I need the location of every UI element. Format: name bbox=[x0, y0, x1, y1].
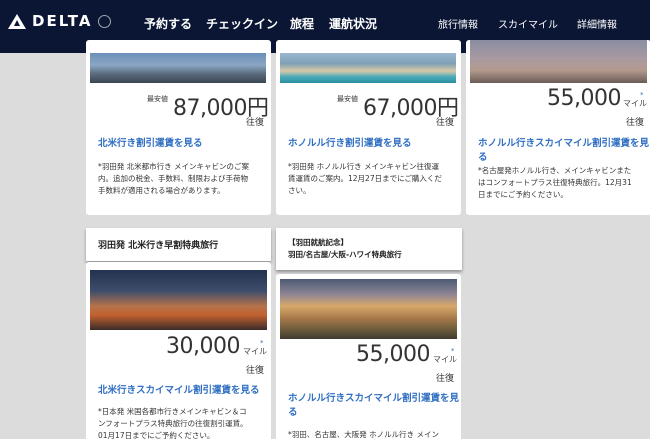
hawaii-skymiles-link[interactable]: ホノルル行きスカイマイル割引運賃を見 る bbox=[288, 392, 459, 420]
delta-widget-icon bbox=[8, 13, 26, 29]
tab-title-line: 羽田/名古屋/大阪-ハワイ特典旅行 bbox=[288, 250, 402, 259]
honolulu-skymiles-link[interactable]: ホノルル行きスカイマイル割引運賃を見 る bbox=[478, 137, 649, 165]
delta-logo[interactable]: DELTA bbox=[8, 12, 112, 30]
nav-check-in[interactable]: チェックイン bbox=[206, 15, 278, 32]
fare-note: *羽田発 ホノルル行き メインキャビン往復運 賃運賃のご案内。12月27日までに… bbox=[288, 161, 442, 197]
logo-text: DELTA bbox=[32, 12, 93, 30]
trip-type-label: 往復 bbox=[436, 374, 455, 384]
fare-note-line: 内。追加の税金、手数料、制限および手荷物 bbox=[98, 174, 248, 183]
trip-type-label: 往復 bbox=[246, 118, 265, 128]
asterisk-icon: * bbox=[260, 339, 264, 347]
north-america-fare-link[interactable]: 北米行き割引運賃を見る bbox=[98, 137, 203, 151]
util-more-info[interactable]: 詳細情報 bbox=[577, 16, 617, 31]
trip-type-label: 往復 bbox=[246, 366, 265, 376]
nav-my-trips[interactable]: 旅程 bbox=[290, 15, 314, 32]
price-prefix-label: 最安値 bbox=[337, 95, 358, 103]
fare-note-line: *日本発 米国各都市行きメインキャビン＆コ bbox=[98, 407, 247, 416]
miles-value: 30,000 bbox=[166, 334, 240, 359]
fare-note-line: 01月17日までにご予約ください。 bbox=[98, 431, 215, 439]
offer-card-hawaii-skymiles: 55,000 マイル * 往復 ホノルル行きスカイマイル割引運賃を見 る *羽田… bbox=[276, 274, 461, 439]
offer-card-honolulu-fare: 最安値 67,000円 往復 ホノルル行き割引運賃を見る *羽田発 ホノルル行き… bbox=[276, 40, 461, 215]
link-line: ホノルル行きスカイマイル割引運賃を見 bbox=[288, 393, 460, 404]
miles-value: 55,000 bbox=[547, 86, 621, 111]
link-line: る bbox=[288, 407, 298, 418]
fare-note-line: 日までにご予約ください。 bbox=[478, 190, 568, 199]
fare-note-line: *羽田発 ホノルル行き メインキャビン往復運 bbox=[288, 162, 440, 171]
tab-title-line: 【羽田就航記念】 bbox=[288, 238, 348, 247]
tab-title: 羽田発 北米行き早割特典旅行 bbox=[98, 241, 219, 251]
honolulu-beach-image bbox=[280, 53, 456, 83]
skyteam-globe-icon bbox=[98, 14, 112, 28]
honolulu-coast-image bbox=[470, 40, 647, 83]
price-prefix-label: 最安値 bbox=[147, 95, 168, 103]
offer-tab-north-america-early[interactable]: 羽田発 北米行き早割特典旅行 bbox=[86, 228, 271, 261]
offer-card-north-america-skymiles: 30,000 マイル * 往復 北米行きスカイマイル割引運賃を見る *日本発 米… bbox=[86, 262, 271, 439]
offer-card-north-america-fare: 最安値 87,000円 往復 北米行き割引運賃を見る *羽田発 北米都市行き メ… bbox=[86, 40, 271, 215]
miles-value: 55,000 bbox=[356, 342, 430, 367]
link-line: ホノルル行きスカイマイル割引運賃を見 bbox=[478, 138, 650, 149]
util-travel-info[interactable]: 旅行情報 bbox=[438, 16, 478, 31]
fare-note: *羽田、名古屋、大阪発 ホノルル行き メイン bbox=[288, 429, 439, 439]
trip-type-label: 往復 bbox=[626, 118, 645, 128]
new-york-night-skyline-image bbox=[90, 270, 267, 330]
asterisk-icon: * bbox=[451, 347, 455, 355]
offer-tab-haneda-hawaii[interactable]: 【羽田就航記念】 羽田/名古屋/大阪-ハワイ特典旅行 bbox=[276, 228, 462, 270]
fare-note-line: 賃運賃のご案内。12月27日までにご購入くだ bbox=[288, 174, 442, 183]
honolulu-fare-link[interactable]: ホノルル行き割引運賃を見る bbox=[288, 137, 412, 151]
fare-note-line: 手数料が適用される場合があります。 bbox=[98, 186, 225, 195]
miles-unit-label: マイル bbox=[623, 99, 647, 108]
link-line: る bbox=[478, 152, 488, 163]
fare-note-line: *羽田発 北米都市行き メインキャビンのご案 bbox=[98, 162, 250, 171]
fare-note-line: *名古屋発ホノルル行き、メインキャビンまた bbox=[478, 166, 632, 175]
nav-book[interactable]: 予約する bbox=[142, 15, 194, 45]
fare-note-line: ンフォートプラス特典旅行の往復割引運賃。 bbox=[98, 419, 248, 428]
nav-flight-status[interactable]: 運航状況 bbox=[329, 15, 377, 32]
util-skymiles[interactable]: スカイマイル bbox=[498, 16, 558, 31]
north-america-skymiles-link[interactable]: 北米行きスカイマイル割引運賃を見る bbox=[98, 384, 260, 398]
asterisk-icon: * bbox=[640, 91, 644, 99]
fare-note: *名古屋発ホノルル行き、メインキャビンまた はコンフォートプラス往復特典旅行。1… bbox=[478, 165, 632, 201]
new-york-skyline-image bbox=[90, 53, 266, 83]
fare-note: *羽田発 北米都市行き メインキャビンのご案 内。追加の税金、手数料、制限および… bbox=[98, 161, 249, 197]
fare-note-line: さい。 bbox=[288, 186, 311, 195]
miles-unit-label: マイル bbox=[433, 355, 457, 364]
offer-card-honolulu-skymiles: 55,000 マイル * 往復 ホノルル行きスカイマイル割引運賃を見 る *名古… bbox=[466, 40, 650, 215]
trip-type-label: 往復 bbox=[436, 118, 455, 128]
hawaii-sunset-image bbox=[280, 279, 457, 339]
fare-note-line: *羽田、名古屋、大阪発 ホノルル行き メイン bbox=[288, 430, 440, 439]
fare-note-line: はコンフォートプラス往復特典旅行。12月31 bbox=[478, 178, 632, 187]
miles-unit-label: マイル bbox=[243, 347, 267, 356]
fare-note: *日本発 米国各都市行きメインキャビン＆コ ンフォートプラス特典旅行の往復割引運… bbox=[98, 406, 248, 439]
